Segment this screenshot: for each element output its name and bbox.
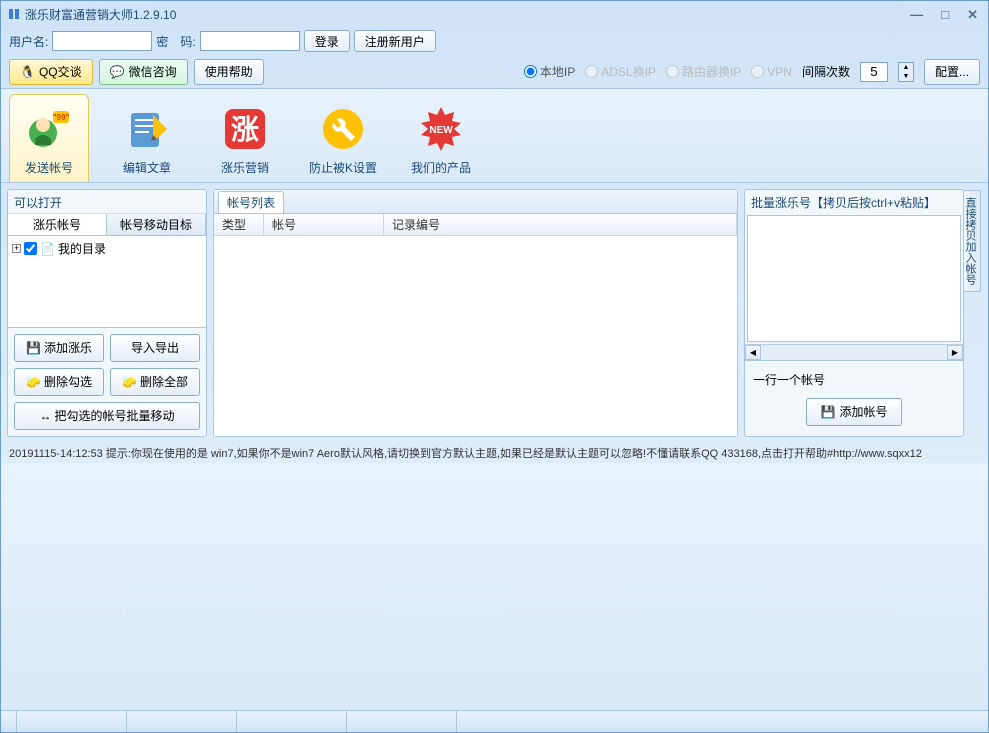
- eraser-icon: 🧽: [26, 375, 41, 389]
- minimize-button[interactable]: —: [906, 6, 927, 23]
- main-area: 可以打开 涨乐帐号 帐号移动目标 + 📄 我的目录 💾添加涨乐 导入导出 🧽删除…: [1, 183, 988, 443]
- one-per-line-note: 一行一个帐号: [753, 371, 955, 388]
- tab-products[interactable]: NEW 我们的产品: [401, 94, 481, 182]
- table-header: 类型 帐号 记录编号: [214, 214, 737, 236]
- horizontal-scrollbar[interactable]: ◀ ▶: [745, 344, 963, 360]
- login-button[interactable]: 登录: [304, 30, 350, 52]
- vertical-tab-direct-paste[interactable]: 直接拷贝加入帐号: [963, 190, 981, 292]
- scroll-left-button[interactable]: ◀: [745, 345, 761, 360]
- status-cell-3: [237, 711, 347, 732]
- username-label: 用户名:: [9, 33, 48, 50]
- register-button[interactable]: 注册新用户: [354, 30, 436, 52]
- tab-anti-k[interactable]: 防止被K设置: [303, 94, 383, 182]
- password-input[interactable]: [200, 31, 300, 51]
- edit-article-icon: [121, 103, 173, 155]
- svg-text:涨: 涨: [231, 114, 259, 145]
- zhang-icon: 涨: [219, 103, 271, 155]
- account-tree[interactable]: + 📄 我的目录: [8, 236, 206, 327]
- add-account-button[interactable]: 💾添加帐号: [806, 398, 903, 426]
- spin-up-button[interactable]: ▲: [899, 63, 913, 72]
- scroll-track[interactable]: [761, 345, 947, 360]
- col-record[interactable]: 记录编号: [384, 214, 737, 235]
- expand-icon[interactable]: +: [12, 244, 21, 253]
- help-button[interactable]: 使用帮助: [194, 59, 264, 85]
- ip-options: 本地IP ADSL换IP 路由器换IP VPN 间隔次数 ▲ ▼ 配置...: [524, 59, 980, 85]
- wechat-icon: 💬: [110, 65, 125, 79]
- status-bar: [1, 710, 988, 732]
- delete-selected-button[interactable]: 🧽删除勾选: [14, 368, 104, 396]
- config-button[interactable]: 配置...: [924, 59, 980, 85]
- top-toolbar: 🐧 QQ交谈 💬 微信咨询 使用帮助 本地IP ADSL换IP 路由器换IP V…: [1, 55, 988, 89]
- batch-move-button[interactable]: ↔把勾选的帐号批量移动: [14, 402, 200, 430]
- folder-icon: 📄: [40, 242, 55, 256]
- center-panel: 帐号列表 类型 帐号 记录编号: [213, 189, 738, 437]
- batch-paste-area[interactable]: [747, 215, 961, 342]
- close-button[interactable]: ✕: [963, 6, 982, 23]
- left-panel: 可以打开 涨乐帐号 帐号移动目标 + 📄 我的目录 💾添加涨乐 导入导出 🧽删除…: [7, 189, 207, 437]
- left-tabs: 涨乐帐号 帐号移动目标: [8, 214, 206, 236]
- move-icon: ↔: [39, 409, 51, 423]
- username-input[interactable]: [52, 31, 152, 51]
- router-radio[interactable]: 路由器换IP: [666, 63, 741, 80]
- right-header: 批量涨乐号【拷贝后按ctrl+v粘贴】: [745, 190, 963, 215]
- app-window: 涨乐财富通营销大师1.2.9.10 — □ ✕ 用户名: 密 码: 登录 注册新…: [0, 0, 989, 733]
- col-account[interactable]: 帐号: [264, 214, 384, 235]
- wechat-chat-button[interactable]: 💬 微信咨询: [99, 59, 188, 85]
- add-zhangle-button[interactable]: 💾添加涨乐: [14, 334, 104, 362]
- right-bottom: 一行一个帐号 💾添加帐号: [745, 360, 963, 436]
- account-list-tab[interactable]: 帐号列表: [218, 191, 284, 213]
- status-cell-2: [127, 711, 237, 732]
- tab-edit-article[interactable]: 编辑文章: [107, 94, 187, 182]
- password-label: 密 码:: [156, 33, 195, 50]
- status-cell-5: [457, 711, 988, 732]
- svg-text:"99": "99": [53, 113, 70, 122]
- interval-spinner: ▲ ▼: [898, 62, 914, 82]
- col-type[interactable]: 类型: [214, 214, 264, 235]
- maximize-button[interactable]: □: [937, 6, 953, 23]
- app-icon: [7, 7, 21, 21]
- app-title: 涨乐财富通营销大师1.2.9.10: [25, 6, 176, 23]
- spin-down-button[interactable]: ▼: [899, 72, 913, 81]
- center-tabbar: 帐号列表: [214, 190, 737, 214]
- window-controls: — □ ✕: [906, 6, 982, 23]
- tree-root-row[interactable]: + 📄 我的目录: [12, 240, 202, 257]
- interval-label: 间隔次数: [802, 63, 850, 80]
- interval-input[interactable]: [860, 62, 888, 82]
- table-body[interactable]: [214, 236, 737, 436]
- import-export-button[interactable]: 导入导出: [110, 334, 200, 362]
- status-cell-4: [347, 711, 457, 732]
- svg-text:NEW: NEW: [429, 125, 453, 136]
- save-icon: 💾: [26, 341, 41, 355]
- right-panel: 批量涨乐号【拷贝后按ctrl+v粘贴】 ◀ ▶ 一行一个帐号 💾添加帐号 直接拷…: [744, 189, 964, 437]
- status-cell-1: [17, 711, 127, 732]
- titlebar: 涨乐财富通营销大师1.2.9.10 — □ ✕: [1, 1, 988, 27]
- status-cell-0: [1, 711, 17, 732]
- status-message: 20191115-14:12:53 提示:你现在使用的是 win7,如果你不是w…: [1, 443, 988, 463]
- eraser-icon: 🧽: [122, 375, 137, 389]
- tree-root-checkbox[interactable]: [24, 242, 37, 255]
- wrench-icon: [317, 103, 369, 155]
- adsl-radio[interactable]: ADSL换IP: [585, 63, 656, 80]
- login-bar: 用户名: 密 码: 登录 注册新用户: [1, 27, 988, 55]
- save-icon: 💾: [821, 405, 836, 419]
- tree-root-label: 我的目录: [58, 240, 106, 257]
- delete-all-button[interactable]: 🧽删除全部: [110, 368, 200, 396]
- send-account-icon: "99": [23, 103, 75, 155]
- vpn-radio[interactable]: VPN: [751, 65, 792, 79]
- main-tabs: "99" 发送帐号 编辑文章 涨 涨乐营销 防止被K设置 NEW: [1, 89, 988, 183]
- qq-icon: 🐧: [20, 65, 35, 79]
- new-icon: NEW: [415, 103, 467, 155]
- tab-send-account[interactable]: "99" 发送帐号: [9, 94, 89, 182]
- left-header: 可以打开: [8, 190, 206, 214]
- left-buttons: 💾添加涨乐 导入导出 🧽删除勾选 🧽删除全部 ↔把勾选的帐号批量移动: [8, 327, 206, 436]
- left-tab-accounts[interactable]: 涨乐帐号: [8, 214, 107, 235]
- local-ip-radio[interactable]: 本地IP: [524, 63, 575, 80]
- left-tab-move-target[interactable]: 帐号移动目标: [107, 214, 206, 235]
- qq-chat-button[interactable]: 🐧 QQ交谈: [9, 59, 93, 85]
- tab-marketing[interactable]: 涨 涨乐营销: [205, 94, 285, 182]
- scroll-right-button[interactable]: ▶: [947, 345, 963, 360]
